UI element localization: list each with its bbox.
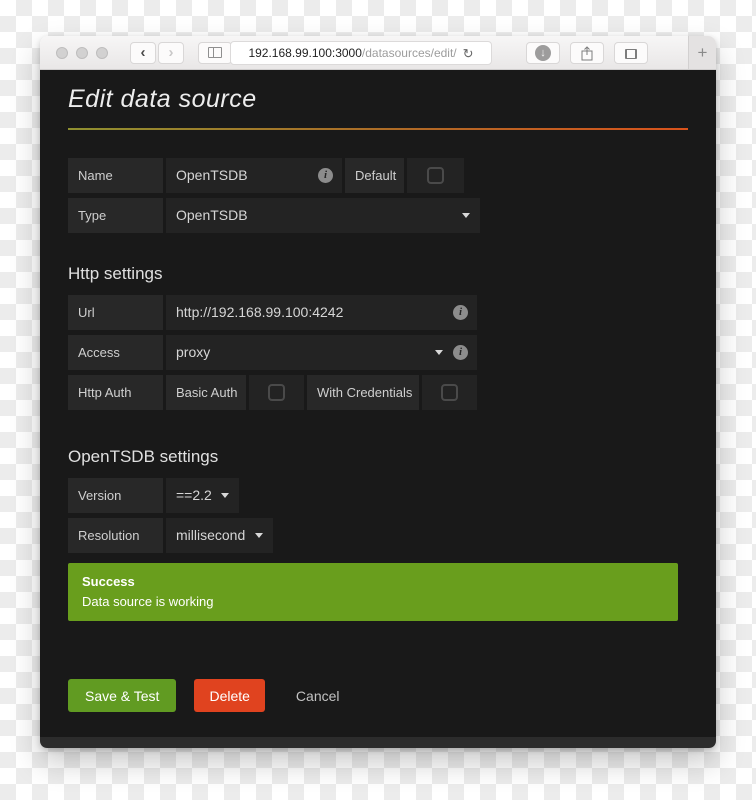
basic-auth-label: Basic Auth bbox=[166, 375, 246, 410]
back-button[interactable]: ‹ bbox=[130, 42, 156, 64]
action-buttons: Save & Test Delete Cancel bbox=[68, 679, 688, 712]
delete-button[interactable]: Delete bbox=[194, 679, 264, 712]
version-row: Version ==2.2 bbox=[68, 478, 688, 513]
default-checkbox[interactable] bbox=[427, 167, 444, 184]
url-row: Url http://192.168.99.100:4242 i bbox=[68, 295, 688, 330]
window-bottom-edge bbox=[40, 737, 716, 748]
name-value: OpenTSDB bbox=[176, 167, 248, 183]
cancel-button[interactable]: Cancel bbox=[279, 679, 357, 712]
name-label: Name bbox=[68, 158, 163, 193]
edit-datasource-page: Edit data source Name OpenTSDB i Default… bbox=[40, 70, 716, 737]
with-credentials-label: With Credentials bbox=[307, 375, 419, 410]
chevron-down-icon bbox=[255, 533, 263, 538]
tabs-icon bbox=[625, 49, 637, 59]
http-auth-row: Http Auth Basic Auth With Credentials bbox=[68, 375, 688, 410]
resolution-label: Resolution bbox=[68, 518, 163, 553]
with-credentials-checkbox[interactable] bbox=[441, 384, 458, 401]
name-row: Name OpenTSDB i Default bbox=[68, 158, 688, 193]
minimize-window-icon[interactable] bbox=[76, 47, 88, 59]
share-button[interactable] bbox=[570, 42, 604, 64]
info-icon[interactable]: i bbox=[453, 305, 468, 320]
version-label: Version bbox=[68, 478, 163, 513]
close-window-icon[interactable] bbox=[56, 47, 68, 59]
sidebar-button[interactable] bbox=[198, 42, 232, 64]
forward-button[interactable]: › bbox=[158, 42, 184, 64]
resolution-value: millisecond bbox=[176, 527, 245, 543]
resolution-row: Resolution millisecond bbox=[68, 518, 688, 553]
success-alert: Success Data source is working bbox=[68, 563, 678, 621]
default-checkbox-cell bbox=[407, 158, 464, 193]
download-icon: ↓ bbox=[535, 45, 551, 61]
default-label: Default bbox=[345, 158, 404, 193]
opentsdb-settings-heading: OpenTSDB settings bbox=[68, 446, 688, 468]
url-host: 192.168.99.100:3000 bbox=[248, 46, 361, 60]
type-select[interactable]: OpenTSDB bbox=[166, 198, 480, 233]
tab-overview-button[interactable] bbox=[614, 42, 648, 64]
http-auth-label: Http Auth bbox=[68, 375, 163, 410]
url-label: Url bbox=[68, 295, 163, 330]
new-tab-button[interactable]: + bbox=[688, 36, 716, 69]
window-controls bbox=[56, 47, 108, 59]
zoom-window-icon[interactable] bbox=[96, 47, 108, 59]
plus-icon: + bbox=[698, 43, 708, 63]
datasource-form: Name OpenTSDB i Default Type OpenTSDB bbox=[68, 158, 688, 233]
info-icon[interactable]: i bbox=[318, 168, 333, 183]
toolbar-right: ↓ bbox=[526, 42, 648, 64]
type-value: OpenTSDB bbox=[176, 207, 248, 223]
browser-window: ‹ › 192.168.99.100:3000/datasources/edit… bbox=[40, 36, 716, 748]
browser-titlebar: ‹ › 192.168.99.100:3000/datasources/edit… bbox=[40, 36, 716, 70]
downloads-button[interactable]: ↓ bbox=[526, 42, 560, 64]
forward-chevron-icon: › bbox=[169, 45, 174, 60]
info-icon[interactable]: i bbox=[453, 345, 468, 360]
type-row: Type OpenTSDB bbox=[68, 198, 688, 233]
access-label: Access bbox=[68, 335, 163, 370]
sidebar-icon bbox=[208, 47, 222, 58]
back-chevron-icon: ‹ bbox=[141, 45, 146, 60]
page-title: Edit data source bbox=[68, 84, 688, 114]
alert-message: Data source is working bbox=[82, 592, 664, 612]
url-input[interactable]: http://192.168.99.100:4242 i bbox=[166, 295, 477, 330]
access-value: proxy bbox=[176, 344, 210, 360]
access-select[interactable]: proxy i bbox=[166, 335, 477, 370]
header-divider bbox=[68, 128, 688, 130]
url-value: http://192.168.99.100:4242 bbox=[176, 304, 343, 320]
version-value: ==2.2 bbox=[176, 487, 212, 503]
address-bar[interactable]: 192.168.99.100:3000/datasources/edit/ ↻ bbox=[230, 41, 492, 65]
resolution-select[interactable]: millisecond bbox=[166, 518, 273, 553]
share-icon bbox=[581, 46, 593, 61]
chevron-down-icon bbox=[435, 350, 443, 355]
with-credentials-checkbox-cell bbox=[422, 375, 477, 410]
basic-auth-checkbox[interactable] bbox=[268, 384, 285, 401]
url-path: /datasources/edit/ bbox=[362, 46, 457, 60]
version-select[interactable]: ==2.2 bbox=[166, 478, 239, 513]
type-label: Type bbox=[68, 198, 163, 233]
basic-auth-checkbox-cell bbox=[249, 375, 304, 410]
nav-buttons: ‹ › bbox=[130, 42, 184, 64]
chevron-down-icon bbox=[462, 213, 470, 218]
alert-title: Success bbox=[82, 572, 664, 592]
access-row: Access proxy i bbox=[68, 335, 688, 370]
http-settings-heading: Http settings bbox=[68, 263, 688, 285]
reload-icon[interactable]: ↻ bbox=[463, 47, 474, 60]
save-and-test-button[interactable]: Save & Test bbox=[68, 679, 176, 712]
name-input[interactable]: OpenTSDB i bbox=[166, 158, 342, 193]
chevron-down-icon bbox=[221, 493, 229, 498]
